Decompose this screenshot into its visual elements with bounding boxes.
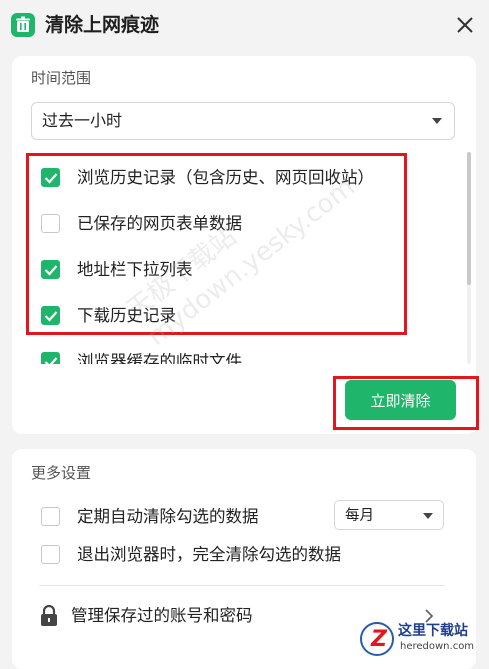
checkbox-exit-clear[interactable]	[41, 545, 60, 564]
divider	[39, 585, 445, 586]
scrollbar-thumb[interactable]	[467, 152, 471, 285]
more-settings-card: 更多设置 定期自动清除勾选的数据 每月 退出浏览器时，完全清除勾选的数据 管理保…	[12, 449, 476, 669]
manage-passwords-link[interactable]: 管理保存过的账号和密码	[39, 601, 449, 631]
check-icon	[44, 265, 58, 276]
option-label: 浏览器缓存的临时文件	[77, 352, 242, 364]
manage-passwords-label: 管理保存过的账号和密码	[71, 606, 253, 625]
check-icon	[44, 311, 58, 322]
clear-options-card: 时间范围 过去一小时 浏览历史记录（包含历史、网页回收站） 已保存的网页表单数据…	[12, 56, 476, 434]
checkbox-browsing-history[interactable]	[41, 168, 60, 187]
more-settings-label: 更多设置	[31, 464, 92, 482]
time-range-value: 过去一小时	[42, 111, 123, 130]
checkbox-auto-clear[interactable]	[41, 507, 60, 526]
checkbox-download-history[interactable]	[41, 306, 60, 325]
clear-options-list: 浏览历史记录（包含历史、网页回收站） 已保存的网页表单数据 地址栏下拉列表 下载…	[12, 152, 452, 364]
title-bar: 清除上网痕迹	[0, 0, 489, 50]
caret-down-icon	[423, 513, 433, 519]
frequency-select[interactable]: 每月	[334, 500, 444, 530]
option-label: 浏览历史记录（包含历史、网页回收站）	[77, 168, 374, 187]
trash-icon	[11, 13, 35, 37]
check-icon	[44, 357, 58, 364]
window-title: 清除上网痕迹	[45, 14, 160, 36]
exit-clear-label: 退出浏览器时，完全清除勾选的数据	[77, 545, 341, 564]
option-label: 下载历史记录	[77, 306, 176, 325]
checkbox-form-data[interactable]	[41, 214, 60, 233]
lock-icon	[41, 605, 57, 626]
option-label: 已保存的网页表单数据	[77, 214, 242, 233]
caret-down-icon	[432, 118, 442, 124]
check-icon	[44, 173, 58, 184]
chevron-right-icon	[425, 609, 433, 623]
option-label: 地址栏下拉列表	[77, 260, 193, 279]
checkbox-address-bar-list[interactable]	[41, 260, 60, 279]
frequency-value: 每月	[345, 508, 374, 524]
checkbox-temp-files[interactable]	[41, 352, 60, 364]
time-range-select[interactable]: 过去一小时	[31, 102, 455, 140]
close-icon[interactable]	[453, 13, 477, 37]
auto-clear-label: 定期自动清除勾选的数据	[77, 507, 259, 526]
time-range-label: 时间范围	[31, 69, 92, 87]
clear-now-button[interactable]: 立即清除	[345, 380, 456, 420]
